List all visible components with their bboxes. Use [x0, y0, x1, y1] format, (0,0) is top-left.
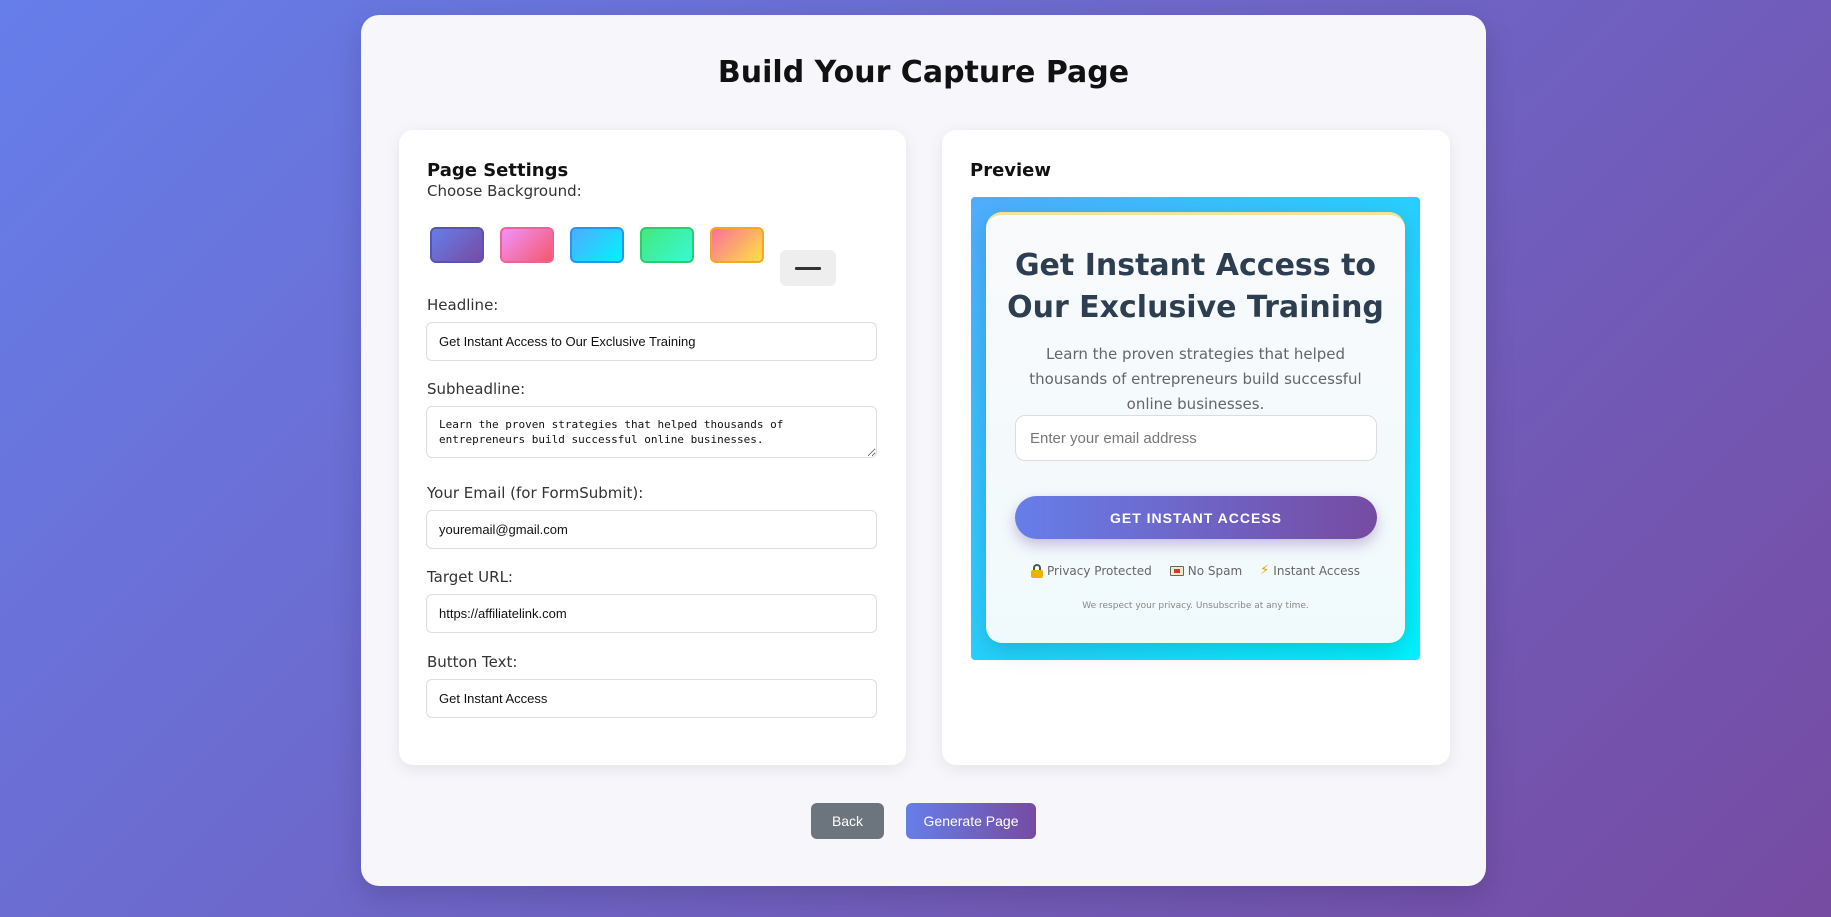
lightning-icon: ⚡	[1260, 563, 1270, 578]
headline-label: Headline:	[427, 296, 499, 314]
preview-privacy-note: We respect your privacy. Unsubscribe at …	[1082, 601, 1309, 611]
swatch-orange[interactable]	[710, 227, 764, 263]
settings-panel: Page Settings Choose Background: Headlin…	[399, 130, 906, 765]
builder-container: Build Your Capture Page Page Settings Ch…	[361, 15, 1486, 886]
email-label: Your Email (for FormSubmit):	[427, 484, 644, 502]
target-url-input[interactable]	[426, 594, 877, 633]
preview-frame: Get Instant Access to Our Exclusive Trai…	[971, 197, 1420, 660]
badge-no-spam: No Spam	[1169, 563, 1243, 578]
mail-icon	[1169, 565, 1184, 576]
minus-icon	[795, 266, 821, 270]
email-input[interactable]	[426, 510, 877, 549]
page-title: Build Your Capture Page	[717, 55, 1130, 90]
preview-panel: Preview Get Instant Access to Our Exclus…	[942, 130, 1450, 765]
preview-headline: Get Instant Access to Our Exclusive Trai…	[1007, 248, 1384, 325]
back-button[interactable]: Back	[811, 803, 884, 839]
trust-badges: Privacy Protected No Spam ⚡ Instant Acce…	[986, 563, 1405, 578]
swatch-blue[interactable]	[570, 227, 624, 263]
headline-input[interactable]	[426, 322, 877, 361]
lock-icon	[1031, 563, 1044, 578]
preview-heading: Preview	[970, 160, 1052, 181]
preview-subheadline: Learn the proven strategies that helped …	[1029, 345, 1362, 413]
target-url-label: Target URL:	[427, 568, 513, 586]
settings-heading: Page Settings	[427, 160, 569, 181]
preview-cta-button[interactable]: Get Instant Access	[1015, 496, 1377, 539]
subheadline-input[interactable]: Learn the proven strategies that helped …	[426, 406, 877, 458]
subheadline-label: Subheadline:	[427, 380, 526, 398]
generate-page-button[interactable]: Generate Page	[906, 803, 1036, 839]
swatch-pink[interactable]	[500, 227, 554, 263]
badge-instant-label: Instant Access	[1273, 563, 1360, 578]
button-text-input[interactable]	[426, 679, 877, 718]
button-text-label: Button Text:	[427, 653, 518, 671]
badge-privacy-label: Privacy Protected	[1047, 563, 1152, 578]
swatch-purple[interactable]	[430, 227, 484, 263]
more-backgrounds-button[interactable]	[780, 250, 836, 286]
preview-card: Get Instant Access to Our Exclusive Trai…	[986, 212, 1405, 643]
badge-no-spam-label: No Spam	[1187, 563, 1243, 578]
preview-email-input[interactable]	[1015, 415, 1377, 461]
badge-privacy: Privacy Protected	[1031, 563, 1152, 578]
swatch-green[interactable]	[640, 227, 694, 263]
background-label: Choose Background:	[427, 182, 582, 200]
badge-instant: ⚡ Instant Access	[1260, 563, 1360, 578]
